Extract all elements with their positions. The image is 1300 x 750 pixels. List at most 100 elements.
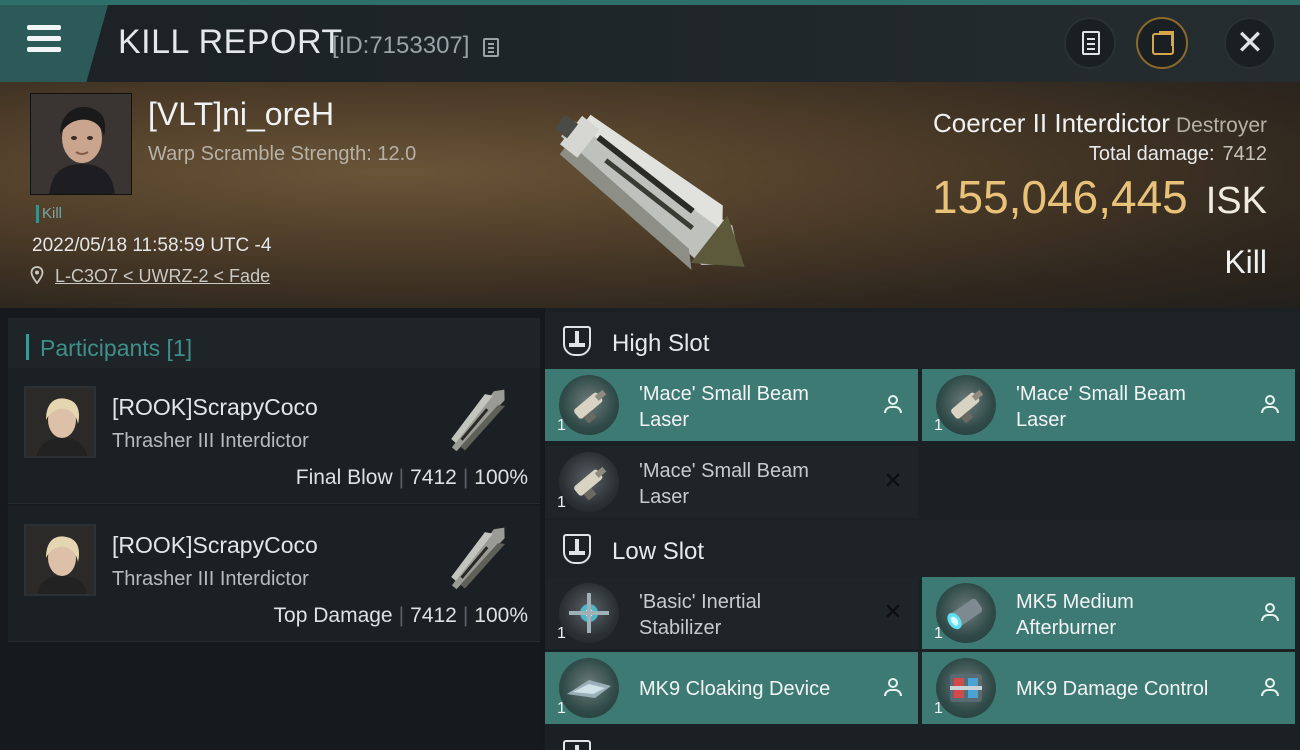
report-id: [ID:7153307] <box>332 32 470 59</box>
participant-ship-icon[interactable] <box>433 514 523 604</box>
module-name: MK9 Damage Control <box>1016 678 1209 700</box>
module-name-line2: Laser <box>639 409 690 431</box>
module-name: 'Mace' Small Beam <box>1016 383 1186 405</box>
hamburger-menu-icon <box>27 25 61 53</box>
victim-ship-render[interactable] <box>525 88 775 298</box>
participant-damage: 7412 <box>410 604 457 627</box>
participant-role: Top Damage <box>273 604 393 627</box>
share-button[interactable] <box>1136 17 1188 69</box>
mid-slot-icon <box>563 740 591 750</box>
total-damage: Total damage: 7412 <box>1089 143 1267 166</box>
participants-accent-bar <box>26 334 29 360</box>
stat-separator: | <box>462 604 469 627</box>
participant-row[interactable]: [ROOK]ScrapyCoco Thrasher III Interdicto… <box>8 506 540 642</box>
high-slot-icon <box>563 326 591 356</box>
module-qty: 1 <box>557 700 566 717</box>
module-name: 'Mace' Small Beam <box>639 460 809 482</box>
module-name: 'Mace' Small Beam <box>639 383 809 405</box>
dropped-person-icon <box>1259 676 1281 698</box>
page-title: KILL REPORT <box>118 23 343 61</box>
afterburner-icon <box>936 583 996 643</box>
notes-button[interactable] <box>1064 17 1116 69</box>
victim-portrait[interactable] <box>30 93 132 195</box>
location-link[interactable]: L-C3O7 < UWRZ-2 < Fade <box>55 266 270 286</box>
dropped-person-icon <box>882 676 904 698</box>
participants-title: Participants [1] <box>40 335 193 361</box>
participant-percent: 100% <box>474 466 528 489</box>
stat-separator: | <box>462 466 469 489</box>
beam-laser-icon <box>559 452 619 512</box>
participant-name[interactable]: [ROOK]ScrapyCoco <box>112 394 318 421</box>
isk-unit: ISK <box>1205 180 1267 222</box>
module-name: 'Basic' Inertial <box>639 591 762 613</box>
header-bar: KILL REPORT [ID:7153307] ✕ <box>0 5 1300 82</box>
module-name: MK9 Cloaking Device <box>639 678 831 700</box>
module-qty: 1 <box>557 417 566 434</box>
copy-icon[interactable] <box>483 38 499 57</box>
participant-ship: Thrasher III Interdictor <box>112 568 309 590</box>
beam-laser-icon <box>936 375 996 435</box>
stat-separator: | <box>398 466 405 489</box>
damage-control-icon <box>936 658 996 718</box>
module-item[interactable]: 1 MK9 Damage Control <box>922 652 1295 724</box>
low-slot-title: Low Slot <box>612 538 705 565</box>
isk-amount: 155,046,445 <box>931 171 1188 223</box>
inertial-stabilizer-icon <box>559 583 619 643</box>
high-slot-title: High Slot <box>612 330 710 357</box>
close-icon: ✕ <box>1235 24 1265 62</box>
total-damage-value: 7412 <box>1222 143 1268 165</box>
result-label: Kill <box>1224 244 1267 280</box>
participant-avatar[interactable] <box>24 386 96 458</box>
share-icon <box>1152 31 1174 55</box>
participants-panel: Participants [1] [ROOK]ScrapyCoco Thrash… <box>0 308 540 750</box>
participant-row[interactable]: [ROOK]ScrapyCoco Thrasher III Interdicto… <box>8 368 540 504</box>
low-slot-header: Low Slot <box>545 520 1300 580</box>
module-qty: 1 <box>934 417 943 434</box>
participant-role: Final Blow <box>295 466 393 489</box>
victim-ship-name[interactable]: Coercer II Interdictor Destroyer <box>933 108 1267 139</box>
location-pin-icon <box>30 266 44 284</box>
module-item[interactable]: 1 'Basic' Inertial Stabilizer ✕ <box>545 577 918 649</box>
stat-separator: | <box>398 604 405 627</box>
kill-tag: Kill <box>36 205 62 223</box>
participant-stats: Top Damage | 7412 | 100% <box>274 604 528 628</box>
module-qty: 1 <box>934 700 943 717</box>
dropped-person-icon <box>882 393 904 415</box>
participant-avatar[interactable] <box>24 524 96 596</box>
isk-value: 155,046,445 ISK <box>932 170 1267 224</box>
close-button[interactable]: ✕ <box>1224 17 1276 69</box>
module-name-line2: Laser <box>639 486 690 508</box>
module-name-line2: Stabilizer <box>639 617 722 639</box>
fitting-slots-panel: High Slot 1 'Mace' Small Beam Laser 1 'M… <box>545 308 1300 750</box>
participant-percent: 100% <box>474 604 528 627</box>
module-qty: 1 <box>557 625 566 642</box>
participant-damage: 7412 <box>410 466 457 489</box>
module-item[interactable]: 1 'Mace' Small Beam Laser <box>545 369 918 441</box>
participant-name[interactable]: [ROOK]ScrapyCoco <box>112 532 318 559</box>
notes-icon <box>1082 31 1100 55</box>
victim-name[interactable]: [VLT]ni_oreH <box>148 96 334 133</box>
module-item[interactable]: 1 MK9 Cloaking Device <box>545 652 918 724</box>
next-slot-header-partial <box>545 728 1300 750</box>
module-qty: 1 <box>934 625 943 642</box>
victim-stat: Warp Scramble Strength: 12.0 <box>148 143 417 165</box>
menu-button[interactable] <box>0 5 108 82</box>
kill-location[interactable]: L-C3O7 < UWRZ-2 < Fade <box>30 266 270 287</box>
low-slot-icon <box>563 534 591 564</box>
dropped-person-icon <box>1259 393 1281 415</box>
kill-datetime: 2022/05/18 11:58:59 UTC -4 <box>32 235 272 256</box>
module-item[interactable]: 1 MK5 Medium Afterburner <box>922 577 1295 649</box>
cloaking-device-icon <box>559 658 619 718</box>
module-item[interactable]: 1 'Mace' Small Beam Laser ✕ <box>545 446 918 518</box>
beam-laser-icon <box>559 375 619 435</box>
participants-header: Participants [1] <box>8 318 540 374</box>
ship-name-text: Coercer II Interdictor <box>932 108 1170 138</box>
module-name: MK5 Medium <box>1016 591 1134 613</box>
module-name-line2: Laser <box>1016 409 1067 431</box>
participant-stats: Final Blow | 7412 | 100% <box>296 466 528 490</box>
destroyed-x-icon: ✕ <box>883 468 903 493</box>
participant-ship: Thrasher III Interdictor <box>112 430 309 452</box>
module-item[interactable]: 1 'Mace' Small Beam Laser <box>922 369 1295 441</box>
high-slot-header: High Slot <box>545 312 1300 372</box>
participant-ship-icon[interactable] <box>433 376 523 466</box>
